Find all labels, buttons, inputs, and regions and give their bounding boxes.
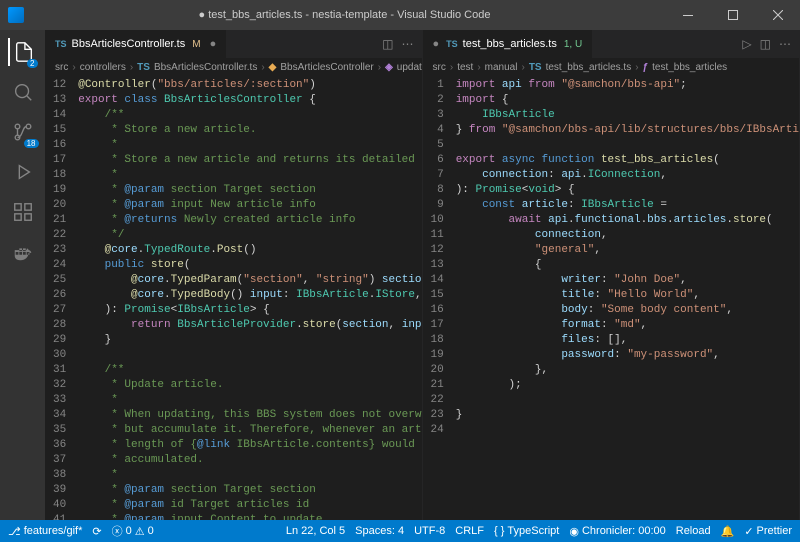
status-prettier[interactable]: ✓ Prettier (744, 525, 792, 538)
status-eol[interactable]: CRLF (455, 525, 484, 537)
status-bar: ⎇ features/gif* ⟳ ⓧ 0 ⚠ 0 Ln 22, Col 5 S… (0, 520, 800, 542)
bc-item[interactable]: update (397, 62, 422, 73)
app-icon (8, 7, 24, 23)
bc-item[interactable]: manual (485, 62, 518, 73)
split-editor-icon[interactable]: ◫ (760, 37, 771, 51)
more-icon[interactable]: ⋯ (402, 37, 414, 51)
status-problems[interactable]: ⓧ 0 ⚠ 0 (112, 523, 154, 539)
bc-item[interactable]: BbsArticlesController (280, 62, 373, 73)
status-language[interactable]: { } TypeScript (494, 525, 559, 537)
bc-item[interactable]: test_bbs_articles (652, 62, 727, 73)
tabs-right: ● TS test_bbs_articles.ts 1, U ▷ ◫ ⋯ (423, 30, 800, 58)
split-editor-icon[interactable]: ◫ (382, 37, 393, 51)
extensions-icon[interactable] (9, 198, 37, 226)
status-line-col[interactable]: Ln 22, Col 5 (286, 525, 345, 537)
close-button[interactable] (755, 0, 800, 30)
tab-dirty-icon: ● (433, 38, 440, 50)
line-gutter: 123456789101112131415161718192021222324 (423, 76, 456, 520)
status-spaces[interactable]: Spaces: 4 (355, 525, 404, 537)
bc-item[interactable]: test_bbs_articles.ts (546, 62, 632, 73)
bc-item[interactable]: src (433, 62, 446, 73)
tab-right[interactable]: ● TS test_bbs_articles.ts 1, U (423, 30, 594, 58)
tab-label: BbsArticlesController.ts (72, 38, 186, 50)
typescript-icon: TS (55, 39, 67, 49)
docker-icon[interactable] (9, 238, 37, 266)
status-encoding[interactable]: UTF-8 (414, 525, 445, 537)
tab-modified: 1, U (564, 39, 582, 50)
more-icon[interactable]: ⋯ (779, 37, 791, 51)
status-bell[interactable]: 🔔 (721, 525, 735, 538)
typescript-icon: TS (446, 39, 458, 49)
activity-bar: 2 18 (0, 30, 45, 520)
tab-dirty-icon: ● (210, 38, 217, 50)
status-sync[interactable]: ⟳ (92, 525, 101, 538)
code-lines[interactable]: @Controller("bbs/articles/:section")expo… (78, 76, 421, 520)
title-bar: ● test_bbs_articles.ts - nestia-template… (0, 0, 800, 30)
window-title: ● test_bbs_articles.ts - nestia-template… (24, 9, 665, 21)
breadcrumb-left[interactable]: src› controllers› TSBbsArticlesControlle… (45, 58, 422, 76)
explorer-badge: 2 (27, 59, 37, 68)
scm-badge: 18 (24, 139, 39, 148)
code-editor-left[interactable]: 1213141516171819202122232425262728293031… (45, 76, 422, 520)
tab-label: test_bbs_articles.ts (463, 38, 557, 50)
editor-group-left: TS BbsArticlesController.ts M ● ◫ ⋯ src›… (45, 30, 423, 520)
search-icon[interactable] (9, 78, 37, 106)
source-control-icon[interactable]: 18 (9, 118, 37, 146)
bc-item[interactable]: BbsArticlesController.ts (154, 62, 257, 73)
tab-left[interactable]: TS BbsArticlesController.ts M ● (45, 30, 227, 58)
debug-icon[interactable] (9, 158, 37, 186)
breadcrumb-right[interactable]: src› test› manual› TStest_bbs_articles.t… (423, 58, 800, 76)
bc-item[interactable]: controllers (80, 62, 126, 73)
status-chronicler[interactable]: ◉ Chronicler: 00:00 (569, 525, 665, 538)
bc-item[interactable]: src (55, 62, 68, 73)
code-editor-right[interactable]: 123456789101112131415161718192021222324 … (423, 76, 800, 520)
maximize-button[interactable] (710, 0, 755, 30)
tab-modified: M (192, 39, 200, 50)
status-branch[interactable]: ⎇ features/gif* (8, 525, 82, 538)
tabs-left: TS BbsArticlesController.ts M ● ◫ ⋯ (45, 30, 422, 58)
code-lines[interactable]: import api from "@samchon/bbs-api";impor… (456, 76, 799, 520)
run-icon[interactable]: ▷ (742, 37, 751, 51)
status-reload[interactable]: Reload (676, 525, 711, 537)
line-gutter: 1213141516171819202122232425262728293031… (45, 76, 78, 520)
bc-item[interactable]: test (457, 62, 473, 73)
minimize-button[interactable] (665, 0, 710, 30)
explorer-icon[interactable]: 2 (8, 38, 36, 66)
editor-group-right: ● TS test_bbs_articles.ts 1, U ▷ ◫ ⋯ src… (423, 30, 800, 520)
